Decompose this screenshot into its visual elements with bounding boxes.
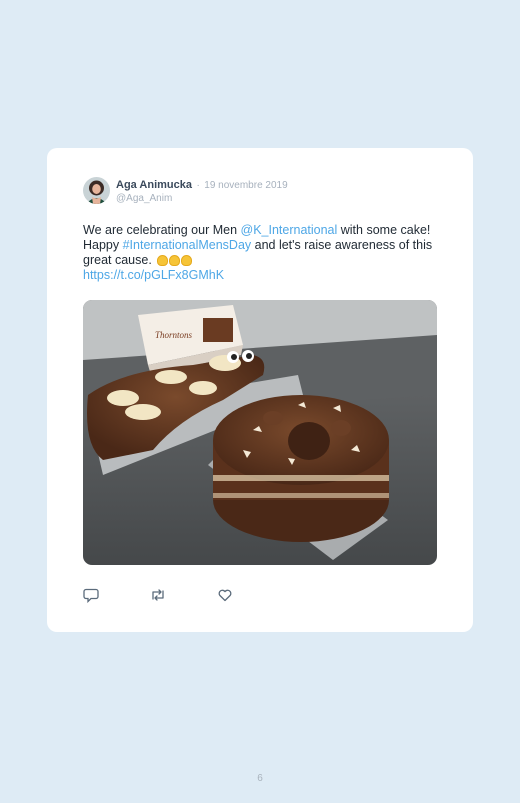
tweet-url-link[interactable]: https://t.co/pGLFx8GMhK: [83, 268, 224, 282]
box-brand-label: Thorntons: [155, 330, 193, 340]
text-part: We are celebrating our Men: [83, 223, 241, 237]
avatar[interactable]: [83, 177, 110, 204]
tweet-card: Aga Animucka · 19 novembre 2019 @Aga_Ani…: [47, 148, 473, 632]
tweet-text: We are celebrating our Men @K_Internatio…: [83, 223, 435, 283]
flexed-biceps-emoji-icon: [157, 255, 193, 266]
retweet-button[interactable]: [150, 587, 166, 603]
hashtag-link[interactable]: #InternationalMensDay: [123, 238, 252, 252]
mention-link[interactable]: @K_International: [241, 223, 338, 237]
reply-icon: [83, 588, 99, 604]
heart-icon: [218, 589, 232, 602]
retweet-icon: [152, 589, 164, 601]
author-handle[interactable]: @Aga_Anim: [116, 193, 288, 205]
tweet-date[interactable]: 19 novembre 2019: [204, 180, 287, 191]
reply-button[interactable]: [83, 587, 99, 604]
like-button[interactable]: [217, 587, 233, 603]
page-number: 6: [257, 773, 263, 784]
separator: ·: [196, 180, 200, 191]
layered-chocolate-cake: [213, 395, 389, 542]
tweet-header: Aga Animucka · 19 novembre 2019 @Aga_Ani…: [116, 178, 288, 205]
tweet-image[interactable]: Thorntons: [83, 300, 437, 565]
author-name[interactable]: Aga Animucka: [116, 179, 192, 191]
